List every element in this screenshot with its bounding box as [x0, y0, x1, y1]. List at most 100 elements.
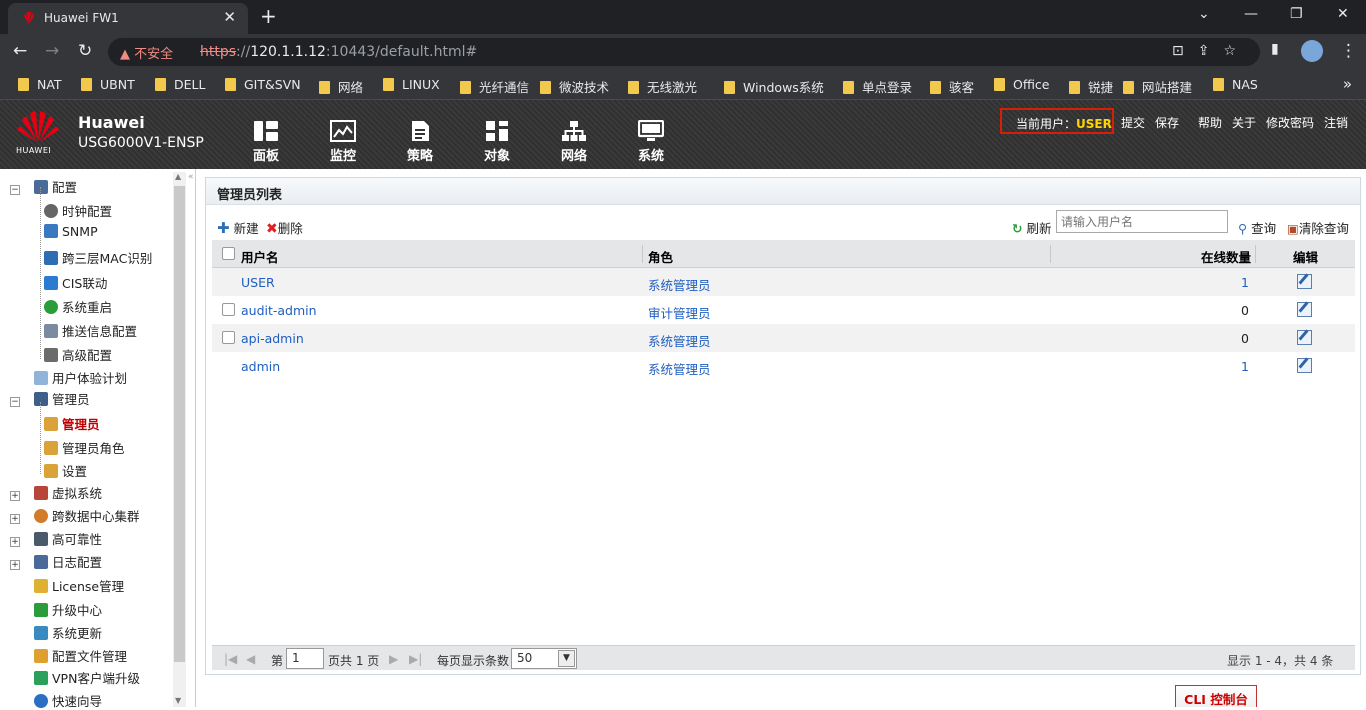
tree-config[interactable]: − 配置 [10, 177, 77, 196]
username-search-input[interactable] [1056, 210, 1228, 233]
expand-icon[interactable]: + [10, 491, 20, 501]
tree-push-info[interactable]: 推送信息配置 [44, 321, 137, 340]
tree-system-update[interactable]: 系统更新 [34, 623, 102, 642]
collapse-sidebar-icon[interactable]: « [188, 172, 194, 182]
bookmark-item[interactable]: 单点登录 [843, 77, 912, 96]
refresh-button[interactable]: ↻ 刷新 [1012, 218, 1051, 237]
expand-icon[interactable]: + [10, 537, 20, 547]
browser-tab[interactable]: Huawei FW1 ✕ [8, 3, 248, 34]
bookmark-item[interactable]: 锐捷 [1069, 77, 1113, 96]
bookmark-item[interactable]: Windows系统 [724, 77, 824, 96]
minimize-icon[interactable]: — [1244, 6, 1258, 22]
role-link[interactable]: 系统管理员 [648, 359, 711, 378]
tree-admin-settings[interactable]: 设置 [44, 461, 87, 480]
tree-quick-wizard[interactable]: 快速向导 [34, 691, 102, 710]
submit-link[interactable]: 提交 [1121, 114, 1145, 131]
collapse-icon[interactable]: − [10, 397, 20, 407]
prev-page-icon[interactable]: ◀ [246, 652, 255, 666]
omnibox[interactable]: ▲ 不安全 https://120.1.1.12:10443/default.h… [108, 38, 1260, 66]
online-count[interactable]: 1 [1241, 275, 1249, 290]
expand-icon[interactable]: + [10, 560, 20, 570]
bookmark-star-icon[interactable]: ☆ [1223, 43, 1250, 59]
tree-admin-role[interactable]: 管理员角色 [44, 438, 125, 457]
scrollbar-thumb[interactable] [174, 186, 185, 662]
last-page-icon[interactable]: ▶| [409, 652, 422, 666]
module-monitor[interactable]: 监控 [320, 120, 366, 164]
select-all-checkbox[interactable] [222, 247, 235, 260]
close-window-icon[interactable]: ✕ [1337, 6, 1349, 22]
column-role[interactable]: 角色 [648, 247, 673, 266]
module-dashboard[interactable]: 面板 [243, 120, 289, 164]
bookmark-item[interactable]: UBNT [81, 77, 135, 92]
module-system[interactable]: 系统 [628, 120, 674, 164]
save-link[interactable]: 保存 [1155, 114, 1179, 131]
row-checkbox[interactable] [222, 331, 235, 344]
role-link[interactable]: 系统管理员 [648, 331, 711, 350]
url-text[interactable]: https://120.1.1.12:10443/default.html# [200, 44, 477, 60]
tree-license[interactable]: License管理 [34, 576, 124, 595]
tree-system-restart[interactable]: 系统重启 [44, 297, 112, 316]
profile-avatar[interactable] [1301, 40, 1323, 62]
bookmark-item[interactable]: GIT&SVN [225, 77, 301, 92]
bookmark-item[interactable]: 微波技术 [540, 77, 609, 96]
new-button[interactable]: ✚ 新建 [217, 218, 259, 237]
row-checkbox[interactable] [222, 303, 235, 316]
close-tab-icon[interactable]: ✕ [223, 8, 236, 26]
bookmark-item[interactable]: DELL [155, 77, 205, 92]
tree-cross-l3-mac[interactable]: 跨三层MAC识别 [44, 248, 152, 267]
edit-icon[interactable] [1297, 358, 1312, 373]
tree-log-config[interactable]: + 日志配置 [10, 552, 102, 571]
tree-clock-config[interactable]: 时钟配置 [44, 201, 112, 220]
bookmark-item[interactable]: 光纤通信 [460, 77, 529, 96]
new-tab-icon[interactable]: + [260, 4, 277, 28]
tree-cross-dc-cluster[interactable]: + 跨数据中心集群 [10, 506, 140, 525]
restore-icon[interactable]: ❐ [1290, 6, 1303, 22]
module-network[interactable]: 网络 [551, 120, 597, 164]
tree-vpn-client-upgrade[interactable]: VPN客户端升级 [34, 668, 140, 687]
module-object[interactable]: 对象 [474, 120, 520, 164]
tree-snmp[interactable]: SNMP [44, 224, 98, 239]
role-link[interactable]: 审计管理员 [648, 303, 711, 322]
tree-admin[interactable]: 管理员 [44, 414, 100, 433]
sidepanel-icon[interactable]: ▮ [1271, 41, 1279, 57]
bookmark-item[interactable]: LINUX [383, 77, 440, 92]
tree-high-availability[interactable]: + 高可靠性 [10, 529, 102, 548]
query-button[interactable]: ⚲ 查询 [1238, 218, 1276, 237]
menu-icon[interactable]: ⋮ [1340, 41, 1357, 61]
bookmark-item[interactable]: 网站搭建 [1123, 77, 1192, 96]
table-row[interactable]: api-admin 系统管理员 0 [212, 324, 1355, 352]
bookmark-item[interactable]: 网络 [319, 77, 363, 96]
about-link[interactable]: 关于 [1232, 114, 1256, 131]
next-page-icon[interactable]: ▶ [389, 652, 398, 666]
back-icon[interactable]: ← [13, 41, 27, 61]
edit-icon[interactable] [1297, 274, 1312, 289]
table-row[interactable]: admin 系统管理员 1 [212, 352, 1355, 380]
table-row[interactable]: USER 系统管理员 1 [212, 268, 1355, 296]
username-link[interactable]: audit-admin [241, 303, 317, 318]
column-username[interactable]: 用户名 [241, 247, 279, 266]
per-page-select[interactable]: 50 ▼ [511, 648, 577, 669]
username-link[interactable]: admin [241, 359, 280, 374]
page-number-input[interactable]: 1 [286, 648, 324, 669]
bookmark-item[interactable]: NAS [1213, 77, 1258, 92]
username-link[interactable]: USER [241, 275, 275, 290]
sidebar-scrollbar[interactable]: ▲ ▼ [173, 172, 186, 707]
bookmark-item[interactable]: Office [994, 77, 1050, 92]
column-online-count[interactable]: 在线数量 [1201, 247, 1251, 266]
online-count[interactable]: 1 [1241, 359, 1249, 374]
table-row[interactable]: audit-admin 审计管理员 0 [212, 296, 1355, 324]
scroll-down-icon[interactable]: ▼ [175, 696, 181, 705]
tree-virtual-system[interactable]: + 虚拟系统 [10, 483, 102, 502]
help-link[interactable]: 帮助 [1198, 114, 1222, 131]
tree-user-experience[interactable]: 用户体验计划 [34, 368, 127, 387]
logout-link[interactable]: 注销 [1324, 114, 1348, 131]
tree-cis-link[interactable]: CIS联动 [44, 273, 107, 292]
share-icon[interactable]: ⇪ [1198, 43, 1224, 59]
tree-advanced-config[interactable]: 高级配置 [44, 345, 112, 364]
translate-icon[interactable]: ⊡ [1172, 43, 1198, 59]
edit-icon[interactable] [1297, 330, 1312, 345]
change-password-link[interactable]: 修改密码 [1266, 114, 1314, 131]
delete-button[interactable]: ✖删除 [266, 218, 303, 237]
bookmark-item[interactable]: 无线激光 [628, 77, 697, 96]
tree-config-file[interactable]: 配置文件管理 [34, 646, 127, 665]
